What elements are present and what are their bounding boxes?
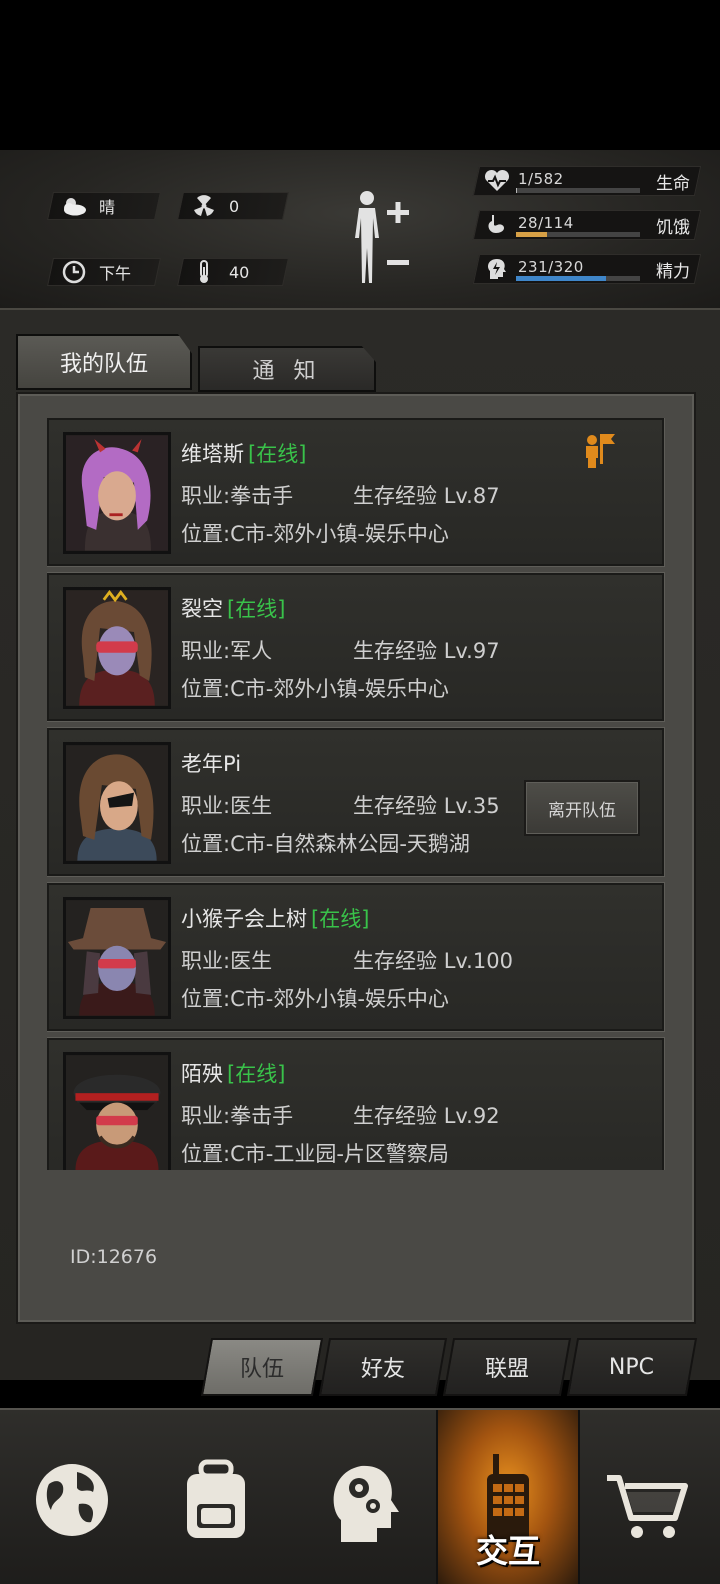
location-value: C市-郊外小镇-娱乐中心: [230, 677, 449, 701]
radiation-value: 0: [229, 196, 240, 216]
job-value: 医生: [230, 794, 273, 818]
nav-interaction-label: 交互: [475, 1532, 540, 1570]
team-leader-flag-icon: [582, 432, 616, 468]
nav-interaction[interactable]: 交互: [436, 1410, 580, 1584]
bottom-nav: 交互: [0, 1408, 720, 1584]
avatar: [63, 432, 171, 554]
nav-map[interactable]: [0, 1410, 144, 1584]
job-label: 职业:: [181, 794, 231, 818]
radiation-chip: 0: [177, 192, 289, 220]
avatar: [63, 742, 171, 864]
level-value: Lv.35: [443, 794, 500, 818]
nav-inventory[interactable]: [144, 1410, 288, 1584]
member-card[interactable]: 维塔斯 [在线] 职业:拳击手 生存经验 Lv.87 位置:C市-郊外小镇-娱乐中…: [47, 418, 664, 566]
avatar: [63, 897, 171, 1019]
level-value: Lv.87: [443, 484, 500, 508]
cloud-sun-icon: [59, 194, 89, 218]
job-value: 军人: [230, 639, 273, 663]
nav-shop[interactable]: [576, 1410, 720, 1584]
level-value: Lv.92: [443, 1104, 500, 1128]
human-body-icon: [355, 191, 409, 283]
tab-my-team[interactable]: 我的队伍: [16, 334, 192, 390]
globe-icon: [36, 1464, 108, 1536]
online-status: [在线]: [227, 597, 286, 621]
location-label: 位置:: [181, 522, 231, 546]
online-status: [在线]: [311, 907, 370, 931]
job-value: 医生: [230, 949, 273, 973]
location-label: 位置:: [181, 1142, 231, 1166]
location-value: C市-郊外小镇-娱乐中心: [230, 522, 449, 546]
cart-icon: [607, 1475, 688, 1538]
temperature-value: 40: [229, 262, 250, 282]
job-label: 职业:: [181, 639, 231, 663]
energy-bar: 231/320 精力: [472, 254, 702, 284]
weather-value: 晴: [99, 198, 116, 217]
weather-chip: 晴: [47, 192, 161, 220]
member-card[interactable]: 陌殃 [在线] 职业:拳击手 生存经验 Lv.92 位置:C市-工业园-片区警察局: [47, 1038, 664, 1170]
avatar: [63, 1052, 171, 1170]
social-tabs: 队伍 好友 联盟 NPC: [196, 1338, 700, 1396]
tab-notice[interactable]: 通 知: [198, 346, 376, 392]
stomach-icon: [484, 213, 510, 237]
job-value: 拳击手: [230, 484, 294, 508]
location-label: 位置:: [181, 832, 231, 856]
thermometer-icon: [189, 260, 219, 284]
health-bar: 1/582 生命: [472, 166, 702, 196]
energy-head-icon: [484, 257, 510, 281]
member-card[interactable]: 小猴子会上树 [在线] 职业:医生 生存经验 Lv.100 位置:C市-郊外小镇-…: [47, 883, 664, 1031]
location-value: C市-自然森林公园-天鹅湖: [230, 832, 470, 856]
job-label: 职业:: [181, 484, 231, 508]
online-status: [在线]: [248, 442, 307, 466]
job-value: 拳击手: [230, 1104, 294, 1128]
leave-team-button[interactable]: 离开队伍: [524, 780, 640, 836]
level-value: Lv.100: [443, 949, 513, 973]
time-value: 下午: [99, 264, 132, 283]
time-chip: 下午: [47, 258, 161, 286]
member-name: 陌殃: [181, 1062, 223, 1086]
job-label: 职业:: [181, 1104, 231, 1128]
exp-label: 生存经验: [353, 484, 437, 508]
head-gears-icon: [333, 1465, 399, 1542]
body-status-button[interactable]: [345, 188, 415, 288]
member-name: 裂空: [181, 597, 223, 621]
player-id: ID:12676: [70, 1246, 158, 1268]
hunger-fill: [516, 232, 547, 237]
online-status: [在线]: [227, 1062, 286, 1086]
hunger-value: 28/114: [518, 214, 574, 232]
location-value: C市-工业园-片区警察局: [230, 1142, 449, 1166]
avatar: [63, 587, 171, 709]
exp-label: 生存经验: [353, 949, 437, 973]
clock-icon: [59, 260, 89, 284]
energy-fill: [516, 276, 606, 281]
job-label: 职业:: [181, 949, 231, 973]
heart-pulse-icon: [484, 169, 510, 193]
energy-value: 231/320: [518, 258, 584, 276]
tab-friends[interactable]: 好友: [318, 1338, 448, 1396]
location-label: 位置:: [181, 677, 231, 701]
tab-alliance[interactable]: 联盟: [442, 1338, 572, 1396]
member-name: 维塔斯: [181, 442, 244, 466]
location-label: 位置:: [181, 987, 231, 1011]
member-name: 小猴子会上树: [181, 907, 307, 931]
nav-skills[interactable]: [288, 1410, 432, 1584]
temperature-chip: 40: [177, 258, 289, 286]
member-card[interactable]: 老年Pi 职业:医生 生存经验 Lv.35 位置:C市-自然森林公园-天鹅湖 离…: [47, 728, 664, 876]
member-card[interactable]: 裂空 [在线] 职业:军人 生存经验 Lv.97 位置:C市-郊外小镇-娱乐中心: [47, 573, 664, 721]
location-value: C市-郊外小镇-娱乐中心: [230, 987, 449, 1011]
radiation-icon: [189, 194, 219, 218]
level-value: Lv.97: [443, 639, 500, 663]
energy-label: 精力: [656, 262, 690, 282]
tab-team[interactable]: 队伍: [200, 1338, 324, 1396]
exp-label: 生存经验: [353, 794, 437, 818]
health-value: 1/582: [518, 170, 564, 188]
tab-npc[interactable]: NPC: [566, 1338, 698, 1396]
hunger-label: 饥饿: [656, 218, 690, 238]
backpack-icon: [187, 1459, 245, 1538]
exp-label: 生存经验: [353, 639, 437, 663]
exp-label: 生存经验: [353, 1104, 437, 1128]
member-list[interactable]: 维塔斯 [在线] 职业:拳击手 生存经验 Lv.87 位置:C市-郊外小镇-娱乐中…: [47, 418, 667, 1170]
member-name: 老年Pi: [181, 752, 242, 776]
health-label: 生命: [656, 174, 690, 194]
hunger-bar: 28/114 饥饿: [472, 210, 702, 240]
